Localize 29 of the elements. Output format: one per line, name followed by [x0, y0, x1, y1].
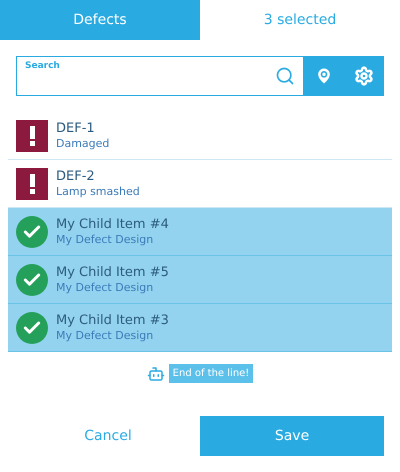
check-icon	[16, 264, 48, 296]
search-field[interactable]: Search	[16, 56, 304, 96]
item-title: DEF-1	[56, 120, 96, 137]
settings-icon	[354, 66, 374, 86]
settings-button[interactable]	[344, 56, 384, 96]
list-item[interactable]: My Child Item #3 My Defect Design	[8, 304, 392, 352]
item-title: My Child Item #5	[56, 264, 169, 281]
warning-icon	[16, 120, 48, 152]
item-subtitle: Lamp smashed	[56, 184, 140, 198]
robot-icon	[146, 364, 165, 382]
field-label: Search	[25, 61, 61, 73]
item-subtitle: My Defect Design	[56, 328, 154, 342]
end-message: End of the line!	[168, 364, 254, 383]
item-subtitle: My Defect Design	[56, 280, 154, 294]
cancel-button[interactable]: Cancel	[16, 416, 200, 456]
item-title: My Child Item #3	[56, 312, 169, 329]
item-subtitle: Damaged	[56, 136, 110, 150]
location-button[interactable]	[304, 56, 344, 96]
check-icon	[16, 216, 48, 248]
search-icon[interactable]	[275, 66, 295, 86]
item-title: My Child Item #4	[56, 216, 169, 233]
check-icon	[16, 312, 48, 344]
item-title: DEF-2	[56, 168, 96, 185]
list-item[interactable]: My Child Item #5 My Defect Design	[8, 256, 392, 304]
list-item[interactable]: My Child Item #4 My Defect Design	[8, 208, 392, 256]
item-subtitle: My Defect Design	[56, 232, 154, 246]
save-button[interactable]: Save	[200, 416, 384, 456]
warning-icon	[16, 168, 48, 200]
tab[interactable]: Defects	[0, 0, 200, 40]
